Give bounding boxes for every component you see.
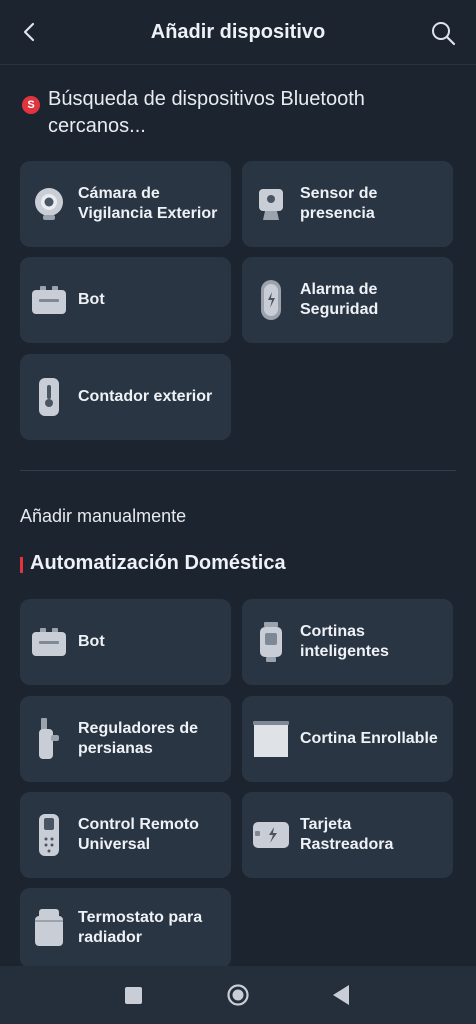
card-label-line2: presencia [300, 205, 375, 222]
card-label-line2: radiador [78, 929, 143, 946]
outdoor-meter-icon [20, 354, 78, 440]
card-label-line1: Reguladores de [78, 720, 199, 737]
manual-device-card[interactable]: Control Remoto Universal [20, 792, 231, 878]
card-label-line1: Bot [78, 291, 105, 308]
chevron-left-icon[interactable] [18, 20, 42, 44]
nearby-device-card[interactable]: Cámara de Vigilancia Exterior [20, 161, 231, 247]
category-title: Automatización Doméstica [30, 552, 286, 574]
universal-remote-icon [20, 792, 78, 878]
nearby-device-card[interactable]: Bot [20, 257, 231, 343]
manual-device-card[interactable]: Reguladores de persianas [20, 696, 231, 782]
triangle-back-icon[interactable] [332, 984, 350, 1006]
card-label-line2: persianas [78, 740, 153, 757]
manual-device-card[interactable]: Bot [20, 599, 231, 685]
header-divider [0, 64, 476, 65]
card-label-line1: Tarjeta [300, 816, 352, 833]
app-header: Añadir dispositivo [0, 0, 476, 64]
section-divider [20, 470, 456, 471]
system-nav-bar [0, 966, 476, 1024]
manual-add-title: Añadir manualmente [20, 506, 187, 526]
nearby-device-card[interactable]: Sensor de presencia [242, 161, 453, 247]
card-label-line1: Control Remoto [78, 816, 199, 833]
card-label-line1: Contador exterior [78, 388, 213, 405]
manual-device-card[interactable]: Tarjeta Rastreadora [242, 792, 453, 878]
category-accent-bar [20, 557, 23, 573]
manual-device-card[interactable]: Cortina Enrollable [242, 696, 453, 782]
blind-tilt-icon [20, 696, 78, 782]
smart-curtain-icon [242, 599, 300, 685]
bot-icon [20, 599, 78, 685]
card-label-line2: inteligentes [300, 643, 389, 660]
bluetooth-scan-status: S Búsqueda de dispositivos Bluetooth cer… [22, 86, 462, 140]
card-label-line1: Cortinas [300, 623, 365, 640]
search-icon[interactable] [430, 20, 456, 46]
page-title: Añadir dispositivo [150, 20, 326, 43]
manual-device-card[interactable]: Cortinas inteligentes [242, 599, 453, 685]
card-label-line1: Sensor de [300, 185, 378, 202]
tracker-card-icon [242, 792, 300, 878]
card-label-line1: Termostato para [78, 909, 203, 926]
presence-sensor-icon [242, 161, 300, 247]
card-label-line1: Alarma de [300, 281, 378, 298]
roller-shade-icon [242, 696, 300, 782]
card-label-line2: Seguridad [300, 301, 379, 318]
security-alarm-icon [242, 257, 300, 343]
nearby-device-card[interactable]: Alarma de Seguridad [242, 257, 453, 343]
manual-device-card[interactable]: Termostato para radiador [20, 888, 231, 968]
card-label-line2: Rastreadora [300, 836, 394, 853]
radiator-thermostat-icon [20, 888, 78, 968]
scan-text: Búsqueda de dispositivos Bluetooth cerca… [48, 88, 365, 137]
bot-icon [20, 257, 78, 343]
card-label-line2: Vigilancia Exterior [78, 205, 218, 222]
scan-badge: S [22, 96, 40, 114]
outdoor-camera-icon [20, 161, 78, 247]
card-label-line1: Cortina Enrollable [300, 730, 438, 747]
nearby-device-card[interactable]: Contador exterior [20, 354, 231, 440]
card-label-line2: Universal [78, 836, 151, 853]
card-label-line1: Cámara de [78, 185, 160, 202]
card-label-line1: Bot [78, 633, 105, 650]
home-circle-icon[interactable] [227, 984, 249, 1006]
square-icon[interactable] [125, 987, 142, 1004]
